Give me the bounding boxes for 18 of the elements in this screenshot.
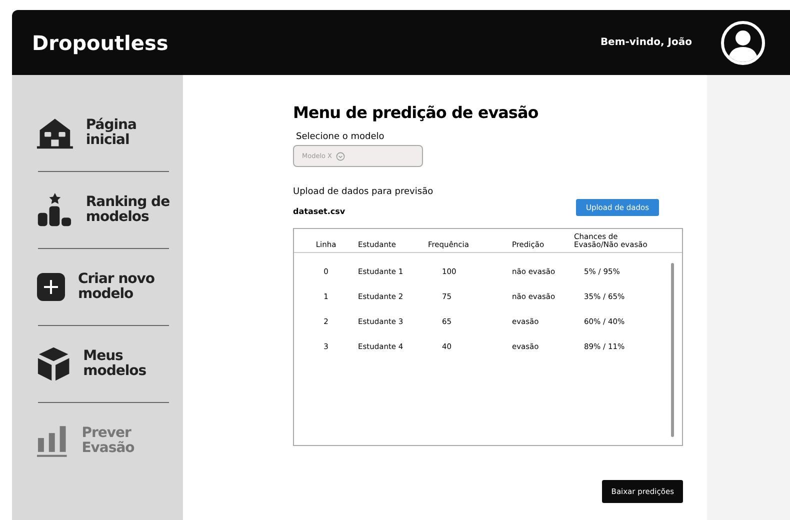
nav-item[interactable]: Ranking de modelos: [26, 172, 173, 248]
bar-chart-icon: [36, 424, 70, 458]
file-name: dataset.csv: [293, 207, 346, 216]
scrollbar[interactable]: [671, 263, 674, 437]
page-title: Menu de predição de evasão: [293, 103, 538, 122]
nav-item[interactable]: Página inicial: [26, 95, 173, 171]
nav-item[interactable]: Meus modelos: [26, 326, 173, 402]
greeting: Bem-vindo, João: [600, 37, 692, 48]
cube-icon: [36, 345, 72, 383]
house-icon: [36, 116, 74, 150]
chevron-down-icon: [336, 152, 346, 160]
avatar-icon[interactable]: [720, 20, 766, 66]
plus-icon: [36, 272, 66, 302]
podium-icon: [36, 191, 74, 229]
nav-item[interactable]: Criar novo modelo: [26, 249, 173, 325]
model-label: Selecione o modelo: [296, 132, 384, 142]
upload-label: Upload de dados para previsão: [293, 187, 434, 197]
brand-name: Dropoutless: [32, 30, 170, 54]
